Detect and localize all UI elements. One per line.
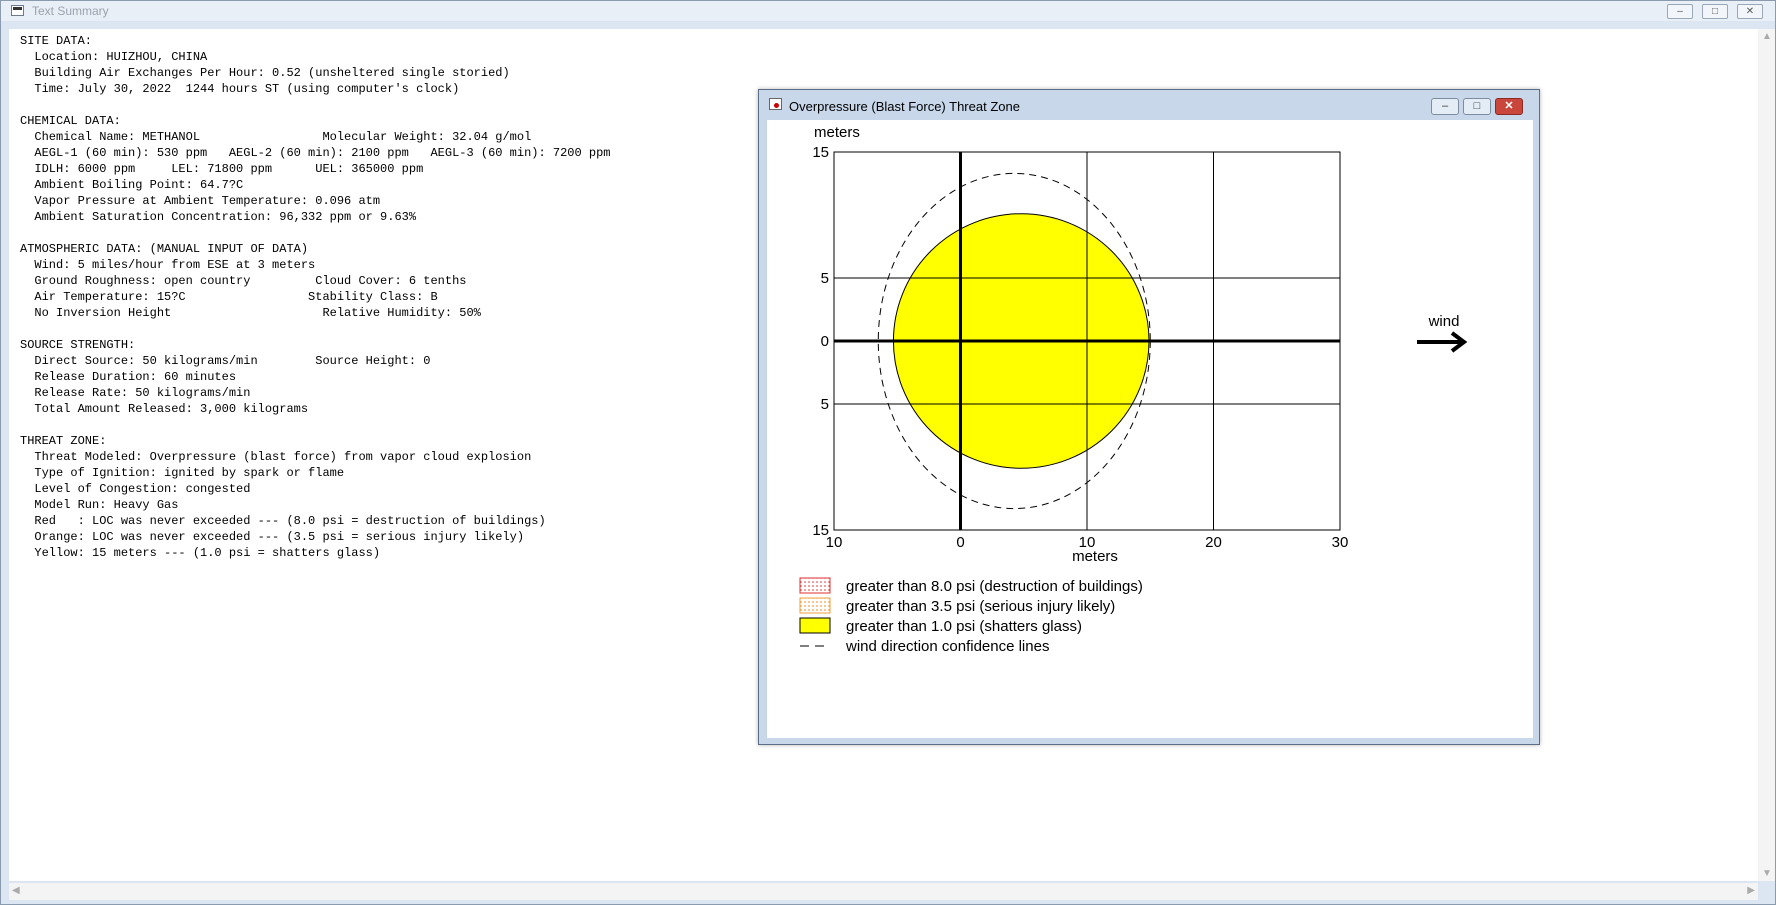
horizontal-scrollbar[interactable]: ◀ ▶: [9, 883, 1758, 900]
x-tick-label: 0: [956, 534, 964, 551]
y-tick-label: 15: [812, 144, 829, 161]
x-axis-label: meters: [1072, 548, 1118, 565]
main-window-title: Text Summary: [32, 4, 109, 18]
threat-minimize-button[interactable]: –: [1431, 98, 1459, 115]
threat-zone-chart: 10 0 10 20 301550515 meters meters wind grea…: [799, 124, 1468, 655]
scroll-down-icon[interactable]: ▼: [1762, 868, 1772, 879]
main-titlebar[interactable]: Text Summary – □ ✕: [1, 1, 1775, 21]
y-tick-label: 0: [821, 333, 829, 350]
threat-zone-window: Overpressure (Blast Force) Threat Zone –…: [758, 89, 1540, 745]
legend-swatch-yellow-solid: [799, 617, 831, 634]
threat-zone-plot-area: 10 0 10 20 30 15 5 0 5 15 meters meters wind grea…: [767, 120, 1533, 738]
threat-close-button[interactable]: ✕: [1495, 98, 1523, 115]
threat-window-titlebar[interactable]: Overpressure (Blast Force) Threat Zone –…: [759, 90, 1539, 117]
legend-swatch-orange-dotted: [799, 597, 831, 614]
threat-maximize-button[interactable]: □: [1463, 98, 1491, 115]
y-tick-label: 5: [821, 396, 829, 413]
minimize-button[interactable]: –: [1667, 4, 1693, 19]
close-button[interactable]: ✕: [1737, 4, 1763, 19]
y-tick-label: 15: [812, 522, 829, 539]
y-tick-label: 5: [821, 270, 829, 287]
x-tick-label: 20: [1205, 534, 1222, 551]
legend-label: wind direction confidence lines: [845, 638, 1049, 655]
threat-window-title: Overpressure (Blast Force) Threat Zone: [789, 99, 1020, 114]
app-icon: [11, 5, 24, 16]
threat-window-icon: [769, 98, 782, 110]
scroll-up-icon[interactable]: ▲: [1762, 31, 1772, 42]
legend-swatch-red-dotted: [799, 577, 831, 594]
x-tick-label: 30: [1332, 534, 1349, 551]
scroll-left-icon[interactable]: ◀: [12, 885, 20, 896]
scroll-right-icon[interactable]: ▶: [1747, 885, 1755, 896]
y-axis-label: meters: [814, 124, 860, 141]
legend-label: greater than 3.5 psi (serious injury lik…: [846, 598, 1115, 615]
summary-text: SITE DATA: Location: HUIZHOU, CHINA Buil…: [20, 34, 611, 560]
wind-indicator: wind: [1417, 313, 1468, 353]
legend-label: greater than 8.0 psi (destruction of bui…: [846, 578, 1143, 595]
maximize-button[interactable]: □: [1702, 4, 1728, 19]
legend-label: greater than 1.0 psi (shatters glass): [846, 618, 1082, 635]
vertical-scrollbar[interactable]: ▲ ▼: [1758, 29, 1775, 881]
wind-label: wind: [1428, 313, 1460, 330]
